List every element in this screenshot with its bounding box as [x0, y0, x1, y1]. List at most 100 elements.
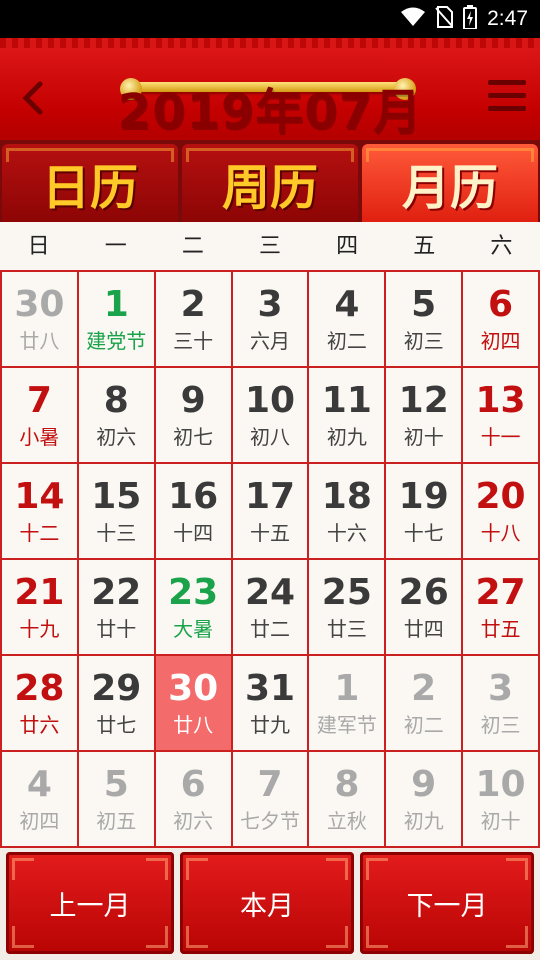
day-cell[interactable]: 6 初四	[463, 272, 540, 368]
lunar-date: 十六	[326, 521, 367, 545]
day-cell[interactable]: 17 十五	[232, 464, 310, 560]
day-cell[interactable]: 1 建党节	[78, 272, 156, 368]
bottom-bar: 上一月 本月 下一月	[0, 848, 540, 960]
day-cell[interactable]: 24 廿二	[232, 560, 310, 656]
day-cell[interactable]: 26 廿四	[386, 560, 464, 656]
day-number: 10	[244, 380, 296, 421]
day-cell[interactable]: 7 小暑	[2, 368, 79, 464]
lunar-date: 初六	[173, 809, 214, 833]
day-cell[interactable]: 20 十八	[463, 464, 540, 560]
day-number: 23	[168, 572, 219, 613]
day-cell[interactable]: 15 十三	[78, 464, 156, 560]
weekday-label: 四	[336, 234, 359, 259]
day-cell[interactable]: 8 初六	[78, 368, 156, 464]
day-cell[interactable]: 27 廿五	[463, 560, 540, 656]
day-cell[interactable]: 4 初四	[2, 752, 79, 848]
day-cell[interactable]: 16 十四	[155, 464, 233, 560]
menu-icon	[488, 80, 526, 111]
menu-button[interactable]	[486, 76, 528, 116]
day-cell-today[interactable]: 30 廿八	[155, 656, 233, 752]
day-number: 4	[334, 284, 360, 325]
day-cell[interactable]: 30 廿八	[2, 272, 79, 368]
lunar-date: 廿三	[326, 617, 367, 641]
day-cell[interactable]: 11 初九	[309, 368, 387, 464]
day-cell[interactable]: 6 初六	[155, 752, 233, 848]
day-cell[interactable]: 10 初十	[463, 752, 540, 848]
day-cell[interactable]: 4 初二	[309, 272, 387, 368]
day-number: 16	[168, 476, 219, 517]
day-cell[interactable]: 3 初三	[463, 656, 540, 752]
lunar-date: 十三	[96, 521, 137, 545]
day-cell[interactable]: 9 初七	[155, 368, 233, 464]
view-tabs: 日历 周历 月历	[0, 140, 540, 222]
lunar-date: 廿二	[249, 617, 290, 641]
day-cell[interactable]: 29 廿七	[78, 656, 156, 752]
day-number: 12	[398, 380, 449, 421]
day-cell[interactable]: 23 大暑	[155, 560, 233, 656]
day-cell[interactable]: 28 廿六	[2, 656, 79, 752]
day-cell[interactable]: 14 十二	[2, 464, 79, 560]
battery-charging-icon	[463, 5, 478, 33]
day-cell[interactable]: 19 十七	[386, 464, 464, 560]
day-cell[interactable]: 10 初八	[232, 368, 310, 464]
day-number: 14	[14, 476, 65, 517]
day-number: 20	[475, 476, 526, 517]
day-number: 9	[180, 380, 206, 421]
day-number: 1	[334, 668, 360, 709]
lunar-date: 建党节	[86, 329, 147, 353]
lunar-date: 初七	[173, 425, 214, 449]
lunar-date: 初三	[403, 329, 444, 353]
day-number: 8	[334, 764, 360, 805]
day-number: 7	[26, 380, 52, 421]
day-cell[interactable]: 21 十九	[2, 560, 79, 656]
day-cell[interactable]: 5 初五	[78, 752, 156, 848]
day-number: 26	[398, 572, 449, 613]
tab-frame	[366, 148, 534, 162]
lunar-date: 十八	[480, 521, 521, 545]
day-cell[interactable]: 7 七夕节	[232, 752, 310, 848]
lunar-date: 立秋	[326, 809, 367, 833]
day-cell[interactable]: 13 十一	[463, 368, 540, 464]
lunar-date: 初二	[403, 713, 444, 737]
current-month-button[interactable]: 本月	[180, 852, 354, 954]
weekday-label: 二	[181, 234, 204, 259]
day-cell[interactable]: 2 三十	[155, 272, 233, 368]
month-title[interactable]: 2019年07月	[0, 82, 540, 142]
tab-day[interactable]: 日历	[2, 144, 178, 222]
lunar-date: 初十	[480, 809, 521, 833]
weekday-label: 一	[104, 234, 127, 259]
wifi-icon	[401, 7, 426, 31]
day-number: 3	[257, 284, 283, 325]
day-cell[interactable]: 25 廿三	[309, 560, 387, 656]
day-cell[interactable]: 2 初二	[386, 656, 464, 752]
tab-month[interactable]: 月历	[362, 144, 538, 222]
day-cell[interactable]: 22 廿十	[78, 560, 156, 656]
lunar-date: 十一	[480, 425, 521, 449]
lunar-date: 廿五	[480, 617, 521, 641]
day-cell[interactable]: 9 初九	[386, 752, 464, 848]
lunar-date: 七夕节	[239, 809, 300, 833]
day-cell[interactable]: 12 初十	[386, 368, 464, 464]
lunar-date: 廿八	[19, 329, 60, 353]
day-cell[interactable]: 1 建军节	[309, 656, 387, 752]
day-cell[interactable]: 8 立秋	[309, 752, 387, 848]
clock-time: 2:47	[487, 7, 528, 30]
prev-month-button[interactable]: 上一月	[6, 852, 174, 954]
day-cell[interactable]: 31 廿九	[232, 656, 310, 752]
lunar-date: 初九	[403, 809, 444, 833]
status-bar: 2:47	[0, 0, 540, 38]
day-number: 6	[180, 764, 206, 805]
weekday-label: 日	[27, 234, 50, 259]
day-number: 4	[26, 764, 52, 805]
day-number: 10	[475, 764, 526, 805]
weekday-header: 日 一 二 三 四 五 六	[0, 222, 540, 270]
day-cell[interactable]: 3 六月	[232, 272, 310, 368]
day-cell[interactable]: 5 初三	[386, 272, 464, 368]
tab-week[interactable]: 周历	[182, 144, 358, 222]
day-cell[interactable]: 18 十六	[309, 464, 387, 560]
day-number: 30	[168, 668, 219, 709]
calendar-grid: 30 廿八 1 建党节 2 三十 3 六月 4 初二 5 初三 6 初四 7 小暑 8 初六 9 初七 10 初八 11 初九…	[0, 270, 540, 848]
lunar-date: 十九	[19, 617, 60, 641]
lunar-date: 十七	[403, 521, 444, 545]
next-month-button[interactable]: 下一月	[360, 852, 534, 954]
